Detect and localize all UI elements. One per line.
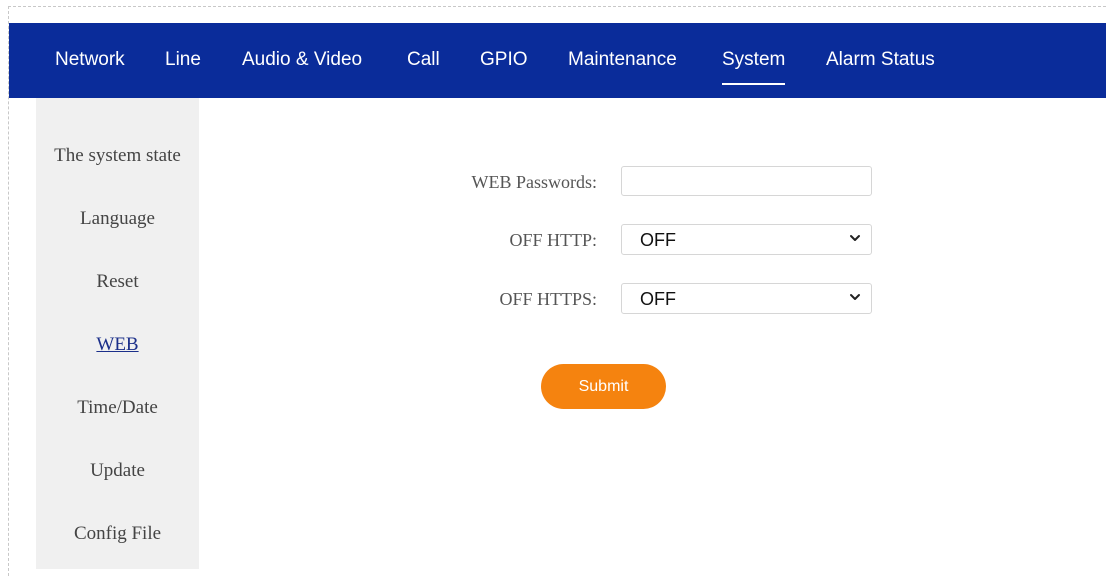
- nav-item-network[interactable]: Network: [55, 49, 125, 71]
- sidebar-item-web[interactable]: WEB: [36, 334, 199, 356]
- sidebar-item-reset[interactable]: Reset: [36, 271, 199, 293]
- submit-button[interactable]: Submit: [541, 364, 666, 409]
- off-http-label: OFF HTTP:: [509, 230, 597, 250]
- sidebar: The system state Language Reset WEB Time…: [36, 98, 199, 569]
- sidebar-item-system-state[interactable]: The system state: [36, 145, 199, 167]
- sidebar-item-update[interactable]: Update: [36, 460, 199, 482]
- web-password-input[interactable]: [621, 166, 872, 196]
- active-tab-indicator: [722, 83, 786, 85]
- nav-item-system[interactable]: System: [722, 49, 786, 85]
- top-nav: Network Line Audio & Video Call GPIO Mai…: [9, 23, 1106, 98]
- web-password-label: WEB Passwords:: [471, 172, 598, 192]
- chevron-down-icon: [850, 294, 860, 300]
- off-https-selected-value: OFF: [640, 289, 676, 309]
- nav-item-audio-video[interactable]: Audio & Video: [242, 49, 362, 71]
- off-http-select[interactable]: OFF: [621, 224, 872, 255]
- nav-item-alarm-status[interactable]: Alarm Status: [826, 49, 935, 71]
- chevron-down-icon: [850, 235, 860, 241]
- nav-item-system-label: System: [722, 49, 786, 70]
- sidebar-item-time-date[interactable]: Time/Date: [36, 397, 199, 419]
- nav-item-line[interactable]: Line: [165, 49, 201, 71]
- nav-item-call[interactable]: Call: [407, 49, 440, 71]
- sidebar-item-language[interactable]: Language: [36, 208, 199, 230]
- sidebar-item-config-file[interactable]: Config File: [36, 523, 199, 545]
- nav-item-maintenance[interactable]: Maintenance: [568, 49, 677, 71]
- off-http-selected-value: OFF: [640, 230, 676, 250]
- off-https-label: OFF HTTPS:: [499, 289, 597, 309]
- off-https-select[interactable]: OFF: [621, 283, 872, 314]
- nav-item-gpio[interactable]: GPIO: [480, 49, 528, 71]
